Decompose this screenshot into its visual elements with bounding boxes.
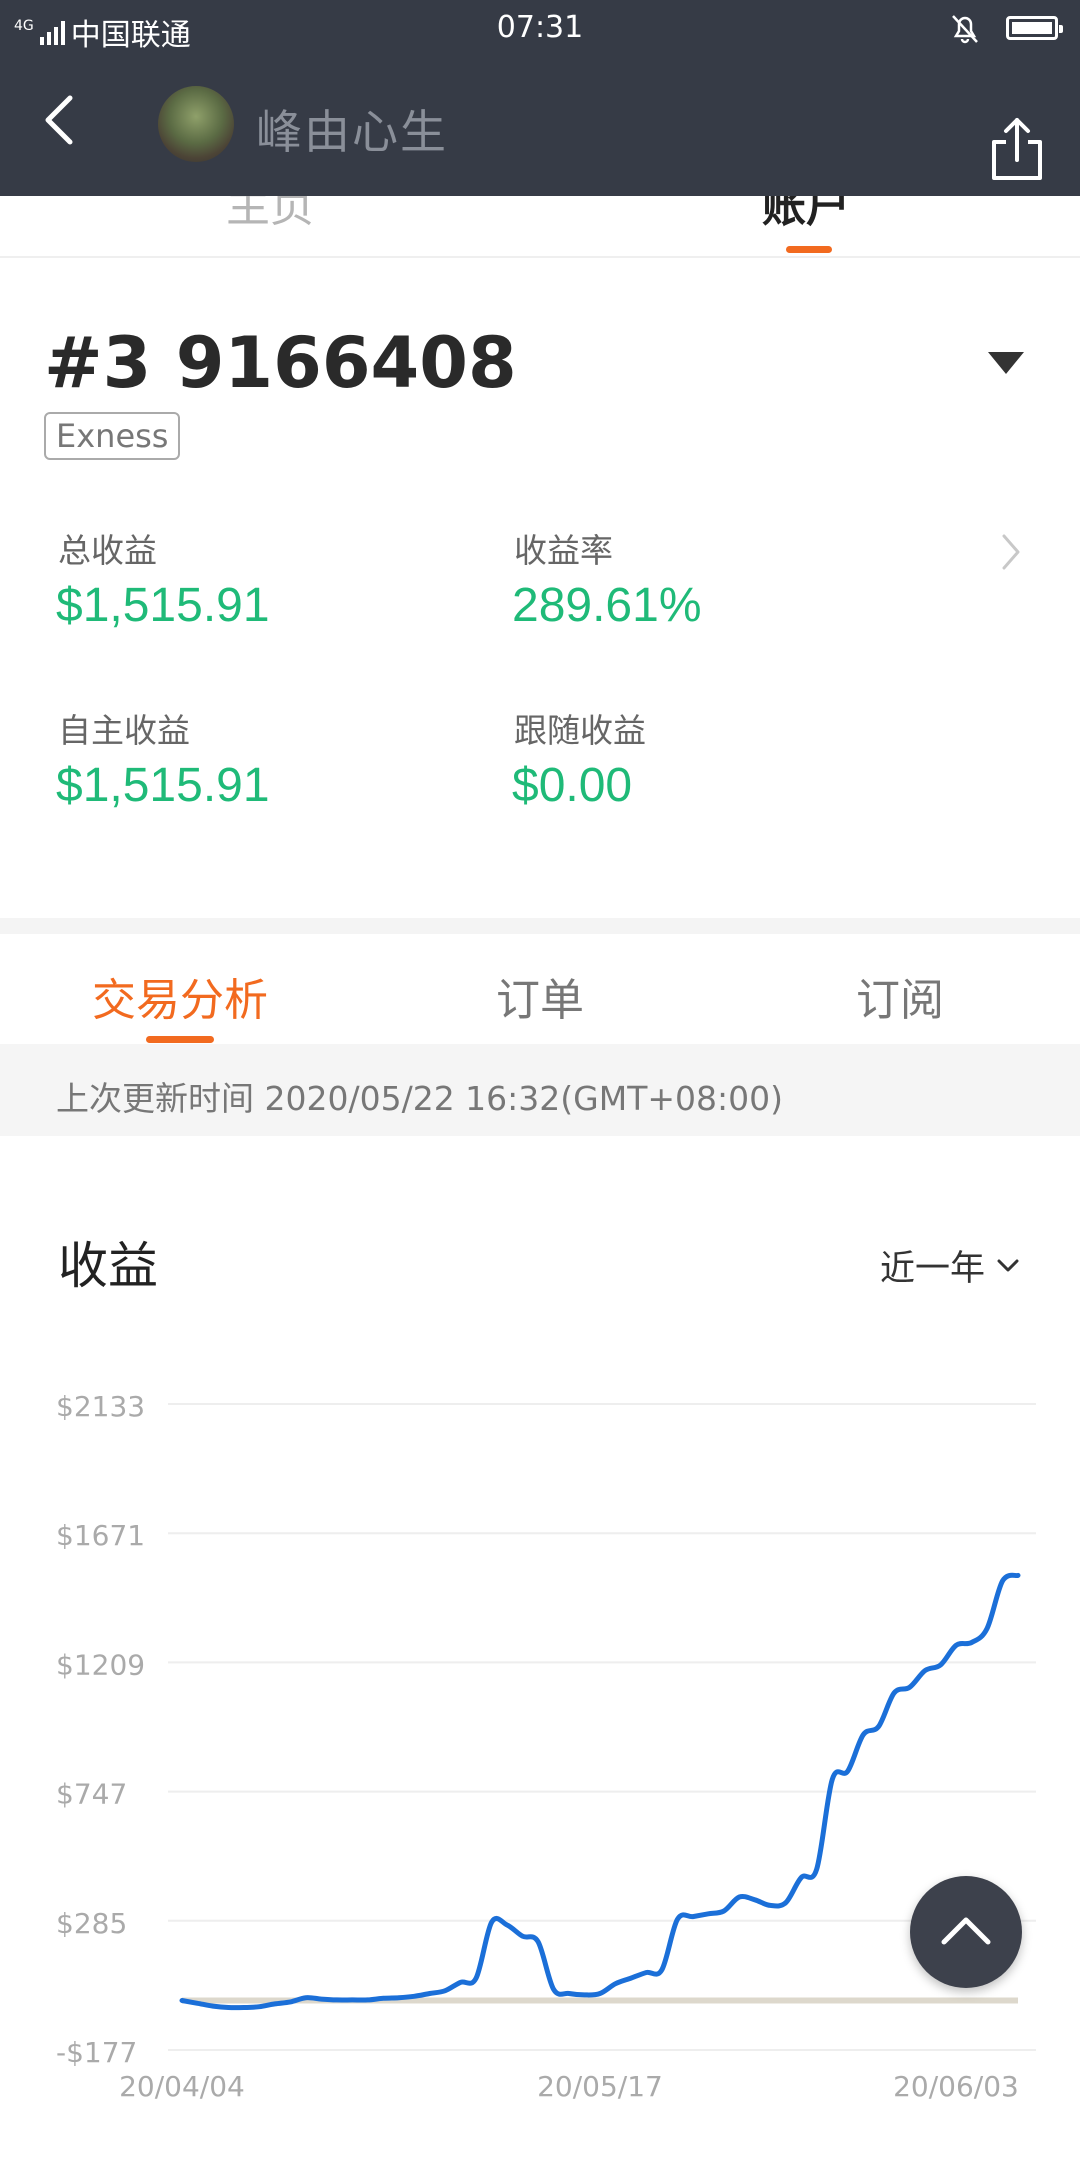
account-dropdown-icon[interactable] — [988, 352, 1024, 374]
x-tick-label: 20/04/04 — [119, 2070, 245, 2103]
stat-value-follow-profit: $0.00 — [512, 759, 633, 812]
share-button[interactable] — [986, 116, 1048, 182]
y-tick-label: $2133 — [56, 1390, 145, 1423]
y-tick-label: $1671 — [56, 1519, 145, 1552]
back-button[interactable] — [30, 88, 94, 152]
x-tick-label: 20/05/17 — [537, 2070, 663, 2103]
tab-subscriptions[interactable]: 订阅 — [856, 964, 944, 1028]
status-right — [950, 12, 1063, 44]
avatar[interactable] — [158, 86, 234, 162]
profile-tabs: 主页 账户 — [0, 196, 1080, 258]
range-select-label: 近一年 — [880, 1249, 986, 1289]
update-bar: 上次更新时间 2020/05/22 16:32(GMT+08:00) — [0, 1044, 1080, 1136]
y-tick-label: -$177 — [56, 2036, 137, 2069]
tab-trade-analysis[interactable]: 交易分析 — [92, 964, 268, 1028]
stat-value-total-profit: $1,515.91 — [56, 579, 270, 632]
tab-active-indicator — [786, 246, 832, 253]
status-time: 07:31 — [496, 10, 584, 45]
chevron-up-icon — [941, 1917, 991, 1945]
chart-title: 收益 — [58, 1237, 158, 1295]
battery-icon — [1006, 16, 1063, 40]
range-select[interactable]: 近一年 — [880, 1240, 1021, 1291]
tab-account[interactable]: 账户 — [762, 196, 850, 234]
analysis-tabs: 交易分析 订单 订阅 — [0, 934, 1080, 1044]
chevron-right-icon[interactable] — [1000, 532, 1022, 572]
account-number: #3 9166408 — [44, 322, 517, 404]
stat-value-return-rate: 289.61% — [512, 579, 702, 632]
chevron-down-icon — [997, 1259, 1019, 1271]
y-tick-label: $285 — [56, 1907, 127, 1940]
tab-home[interactable]: 主页 — [226, 196, 314, 234]
scroll-top-button[interactable] — [910, 1876, 1022, 1988]
header-username: 峰由心生 — [256, 105, 448, 159]
stat-label-return-rate: 收益率 — [514, 531, 613, 570]
y-tick-label: $747 — [56, 1778, 127, 1811]
stat-value-self-profit: $1,515.91 — [56, 759, 270, 812]
status-bar: 4G 中国联通 07:31 — [0, 0, 1080, 58]
section-divider — [0, 918, 1080, 934]
y-tick-label: $1209 — [56, 1648, 145, 1681]
profit-chart: $2133 $1671 $1209 $747 $285 -$17720/04/04 20/0… — [56, 1390, 1036, 2103]
tab-orders[interactable]: 订单 — [496, 964, 584, 1028]
stat-label-total-profit: 总收益 — [58, 531, 157, 570]
stat-label-self-profit: 自主收益 — [58, 711, 190, 750]
last-update-text: 上次更新时间 2020/05/22 16:32(GMT+08:00) — [56, 1079, 783, 1118]
x-tick-label: 20/06/03 — [893, 2070, 1019, 2103]
stat-label-follow-profit: 跟随收益 — [514, 711, 646, 750]
broker-badge: Exness — [44, 412, 181, 460]
app-header: 峰由心生 — [0, 58, 1080, 196]
bell-muted-icon — [952, 15, 978, 44]
tab-active-indicator — [146, 1036, 214, 1043]
